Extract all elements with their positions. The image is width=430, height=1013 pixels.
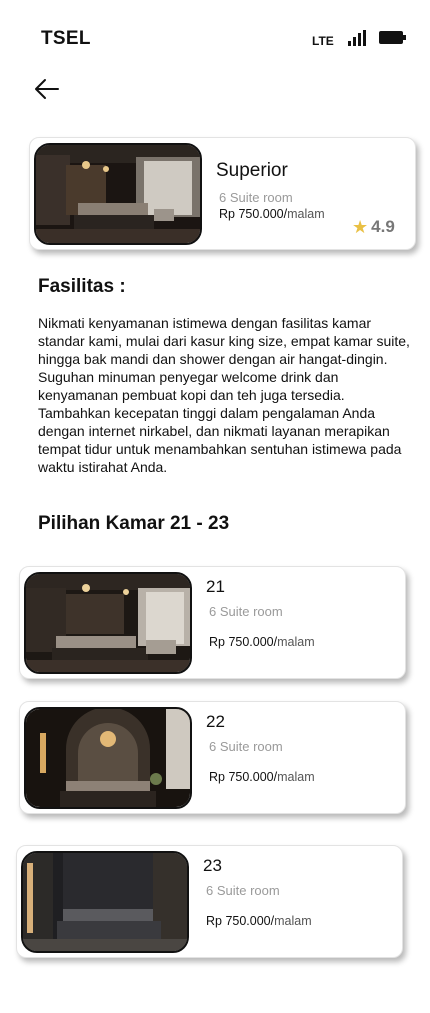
room-number: 23 [203,856,222,875]
room-availability: 6 Suite room [206,883,280,898]
room-card[interactable]: 22 6 Suite room Rp 750.000/malam [19,701,406,814]
signal-icon [348,30,366,46]
room-number: 22 [206,712,225,731]
facilities-description: Nikmati kenyamanan istimewa dengan fasil… [38,315,410,475]
back-button[interactable] [32,76,62,102]
battery-icon [379,31,406,44]
room-image [21,851,189,953]
price-unit: malam [287,207,325,221]
arrow-left-icon [35,79,59,99]
price-unit: malam [277,635,315,649]
status-bar: TSEL LTE [0,0,430,70]
room-availability: 6 Suite room [209,604,283,619]
price-amount: Rp 750.000/ [219,207,288,221]
room-availability: 6 Suite room [209,739,283,754]
price-amount: Rp 750.000/ [206,914,275,928]
star-icon: ★ [352,217,369,237]
room-image [24,707,192,809]
room-card[interactable]: 21 6 Suite room Rp 750.000/malam [19,566,406,679]
room-choices-title: Pilihan Kamar 21 - 23 [38,513,230,534]
room-availability: 6 Suite room [219,190,293,205]
room-number: 21 [206,577,225,596]
room-price: Rp 750.000/malam [206,914,312,928]
room-price: Rp 750.000/malam [209,635,315,649]
rating: ★ 4.9 [352,217,395,237]
facilities-title: Fasilitas : [38,276,126,297]
room-image [34,143,202,245]
network-type: LTE [312,34,334,48]
room-price: Rp 750.000/malam [219,207,325,221]
price-amount: Rp 750.000/ [209,770,278,784]
room-type-name: Superior [216,160,288,181]
room-price: Rp 750.000/malam [209,770,315,784]
price-amount: Rp 750.000/ [209,635,278,649]
room-image [24,572,192,674]
rating-value: 4.9 [371,217,395,236]
price-unit: malam [274,914,312,928]
carrier-name: TSEL [41,28,91,49]
price-unit: malam [277,770,315,784]
room-card[interactable]: 23 6 Suite room Rp 750.000/malam [16,845,403,958]
